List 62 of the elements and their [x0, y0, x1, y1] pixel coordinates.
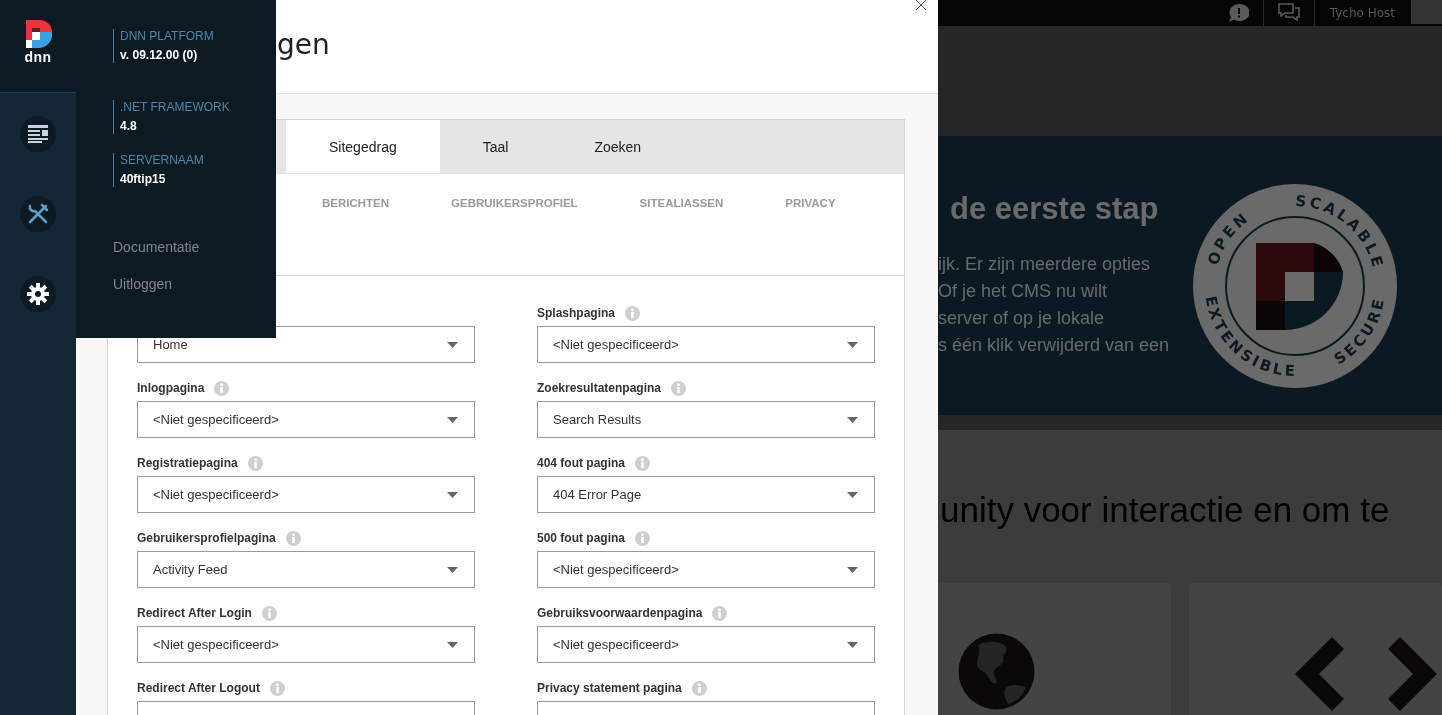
- info-icon[interactable]: [712, 605, 728, 621]
- field-label: Privacy statement pagina: [537, 681, 682, 695]
- info-value: 40ftip15: [120, 172, 167, 187]
- caret-icon: [847, 341, 858, 348]
- caret-icon: [447, 341, 458, 348]
- info-label: DNN PLATFORM: [120, 29, 215, 44]
- field-label: 500 fout pagina: [537, 531, 625, 545]
- caret-icon: [847, 566, 858, 573]
- avatar-icon[interactable]: [1411, 0, 1442, 24]
- info-value: 4.8: [120, 119, 138, 134]
- info-icon[interactable]: [635, 455, 650, 471]
- field-label: 404 fout pagina: [537, 456, 625, 470]
- field-label: Splashpagina: [537, 306, 616, 320]
- select-field[interactable]: <Niet gespecificeerd>: [537, 626, 875, 663]
- menu-link[interactable]: Documentatie: [113, 238, 276, 257]
- caret-icon: [447, 416, 458, 423]
- info-icon[interactable]: [635, 530, 650, 546]
- info-icon[interactable]: [691, 680, 707, 696]
- select-field[interactable]: Search Results: [537, 401, 875, 438]
- field-label: Registratiepagina: [137, 456, 238, 470]
- settings-icon[interactable]: [20, 276, 56, 312]
- field-label: Gebruikersprofielpagina: [137, 531, 276, 545]
- caret-icon: [847, 491, 858, 498]
- select-field[interactable]: <Niet gespecificeerd>: [537, 551, 875, 588]
- field-label: Gebruiksvoorwaardenpagina: [537, 606, 703, 620]
- dialog-title: gen: [277, 28, 330, 61]
- select-field[interactable]: <Niet gespecificeerd>: [137, 401, 475, 438]
- logo-icon: [24, 20, 52, 48]
- caret-icon: [847, 416, 858, 423]
- info-icon[interactable]: [214, 380, 230, 396]
- field-label: Redirect After Logout: [137, 681, 260, 695]
- tools-icon[interactable]: [20, 196, 56, 232]
- select-field[interactable]: 404 Error Page: [537, 476, 875, 513]
- select-field[interactable]: <Niet gespecificeerd>: [137, 626, 475, 663]
- caret-icon: [447, 491, 458, 498]
- info-label: .NET FRAMEWORK: [120, 100, 231, 115]
- tab[interactable]: Sitegedrag: [286, 120, 440, 173]
- info-icon[interactable]: [285, 530, 301, 546]
- info-icon[interactable]: [625, 305, 641, 321]
- alert-icon[interactable]: [1228, 4, 1249, 22]
- info-icon[interactable]: [671, 380, 687, 396]
- code-icon: [1295, 637, 1437, 711]
- caret-icon: [447, 566, 458, 573]
- info-icon[interactable]: [247, 455, 263, 471]
- content-icon[interactable]: [20, 116, 56, 152]
- field-label: Redirect After Login: [137, 606, 252, 620]
- caret-icon: [447, 641, 458, 648]
- logo-text: dnn: [24, 50, 52, 64]
- select-field[interactable]: <Niet gespecificeerd>: [537, 326, 875, 363]
- globe-icon: [958, 633, 1035, 710]
- caret-icon: [847, 641, 858, 648]
- info-icon[interactable]: [261, 605, 277, 621]
- chat-icon[interactable]: [1277, 3, 1300, 23]
- info-value: v. 09.12.00 (0): [120, 48, 199, 63]
- info-icon[interactable]: [269, 680, 285, 696]
- field-label: Inlogpagina: [137, 381, 205, 395]
- select-field[interactable]: Activity Feed: [137, 551, 475, 588]
- select-field[interactable]: <Niet gespecificeerd>: [137, 476, 475, 513]
- info-label: SERVERNAAM: [120, 153, 205, 168]
- section-heading: unity voor interactie en om te: [938, 430, 1442, 575]
- menu-link[interactable]: Uitloggen: [113, 275, 276, 294]
- field-label: Zoekresultatenpagina: [537, 381, 662, 395]
